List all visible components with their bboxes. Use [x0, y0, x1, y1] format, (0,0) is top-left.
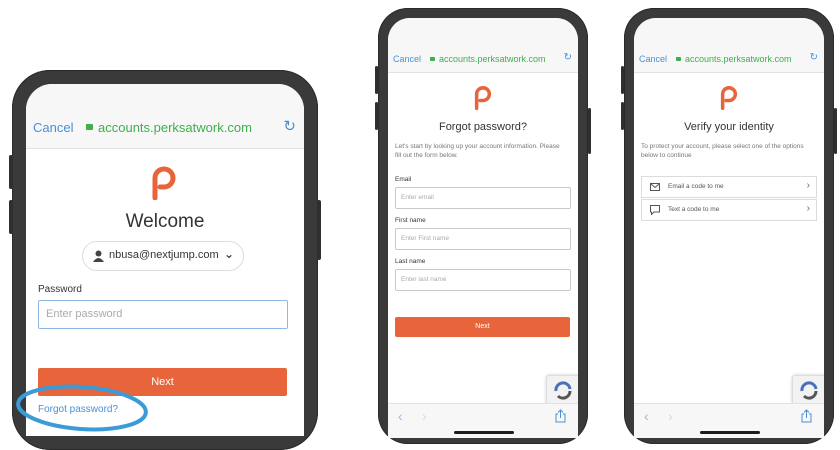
- chevron-down-icon: ⌄: [223, 247, 234, 261]
- last-name-field[interactable]: Enter last name: [395, 269, 571, 291]
- password-placeholder: Enter password: [46, 308, 123, 320]
- text-code-label: Text a code to me: [668, 206, 720, 213]
- share-icon[interactable]: [555, 409, 566, 423]
- forward-arrow-icon[interactable]: ›: [422, 408, 427, 424]
- lock-icon: [676, 56, 681, 61]
- browser-url-bar: Cancel accounts.perksatwork.com ↻: [634, 18, 824, 73]
- next-button[interactable]: Next: [395, 317, 570, 337]
- text-code-option[interactable]: Text a code to me ›: [641, 199, 817, 221]
- account-email: nbusa@nextjump.com: [109, 249, 219, 261]
- url-text: accounts.perksatwork.com: [685, 54, 792, 64]
- browser-url-bar: Cancel accounts.perksatwork.com ↻: [26, 84, 304, 149]
- password-field[interactable]: Enter password: [38, 300, 288, 329]
- browser-url-bar: Cancel accounts.perksatwork.com ↻: [388, 18, 578, 73]
- browser-toolbar: ‹ ›: [388, 403, 578, 438]
- side-button: [621, 102, 624, 130]
- page-title: Welcome: [125, 211, 205, 232]
- side-button: [317, 200, 321, 260]
- address-field[interactable]: accounts.perksatwork.com: [676, 54, 792, 64]
- share-icon[interactable]: [801, 409, 812, 423]
- page-title: Verify your identity: [684, 121, 774, 133]
- cancel-link[interactable]: Cancel: [393, 54, 421, 64]
- back-arrow-icon[interactable]: ‹: [644, 408, 649, 424]
- side-button: [588, 108, 591, 154]
- last-name-label: Last name: [395, 258, 426, 265]
- url-text: accounts.perksatwork.com: [98, 120, 252, 135]
- reload-icon[interactable]: ↻: [564, 52, 572, 63]
- password-label: Password: [38, 284, 82, 295]
- home-indicator: [700, 431, 760, 434]
- intro-text: To protect your account, please select o…: [641, 143, 804, 159]
- address-field[interactable]: accounts.perksatwork.com: [430, 54, 546, 64]
- cancel-link[interactable]: Cancel: [33, 120, 73, 135]
- chevron-right-icon: ›: [806, 203, 810, 214]
- side-button: [9, 200, 13, 234]
- mail-icon: [650, 183, 660, 191]
- perks-logo-icon: [152, 166, 176, 200]
- highlight-circle: [16, 384, 148, 432]
- email-label: Email: [395, 176, 412, 183]
- side-button: [375, 102, 378, 130]
- email-field[interactable]: Enter email: [395, 187, 571, 209]
- side-button: [621, 66, 624, 94]
- screen-verify: Cancel accounts.perksatwork.com ↻ Verify…: [634, 18, 824, 438]
- url-text: accounts.perksatwork.com: [439, 54, 546, 64]
- message-icon: [650, 205, 660, 215]
- address-field[interactable]: accounts.perksatwork.com: [86, 120, 252, 135]
- reload-icon[interactable]: ↻: [283, 117, 296, 135]
- email-code-label: Email a code to me: [668, 183, 724, 190]
- last-name-placeholder: Enter last name: [401, 276, 447, 283]
- browser-toolbar: ‹ ›: [634, 403, 824, 438]
- reload-icon[interactable]: ↻: [810, 52, 818, 63]
- perks-logo-icon: [474, 86, 492, 110]
- side-button: [834, 108, 837, 154]
- cancel-link[interactable]: Cancel: [639, 54, 667, 64]
- intro-text: Let's start by looking up your account i…: [395, 143, 560, 159]
- screen-forgot: Cancel accounts.perksatwork.com ↻ Forgot…: [388, 18, 578, 438]
- first-name-label: First name: [395, 217, 426, 224]
- phone-frame-forgot: Cancel accounts.perksatwork.com ↻ Forgot…: [375, 8, 591, 444]
- user-icon: [93, 250, 104, 262]
- perks-logo-icon: [720, 86, 738, 110]
- page-title: Forgot password?: [438, 121, 528, 133]
- first-name-field[interactable]: Enter First name: [395, 228, 571, 250]
- email-placeholder: Enter email: [401, 194, 434, 201]
- back-arrow-icon[interactable]: ‹: [398, 408, 403, 424]
- forward-arrow-icon[interactable]: ›: [668, 408, 673, 424]
- lock-icon: [430, 56, 435, 61]
- side-button: [9, 155, 13, 189]
- email-code-option[interactable]: Email a code to me ›: [641, 176, 817, 198]
- side-button: [375, 66, 378, 94]
- lock-icon: [86, 124, 93, 131]
- chevron-right-icon: ›: [806, 180, 810, 191]
- home-indicator: [454, 431, 514, 434]
- account-selector[interactable]: nbusa@nextjump.com ⌄: [82, 241, 244, 271]
- phone-frame-verify: Cancel accounts.perksatwork.com ↻ Verify…: [621, 8, 837, 444]
- first-name-placeholder: Enter First name: [401, 235, 450, 242]
